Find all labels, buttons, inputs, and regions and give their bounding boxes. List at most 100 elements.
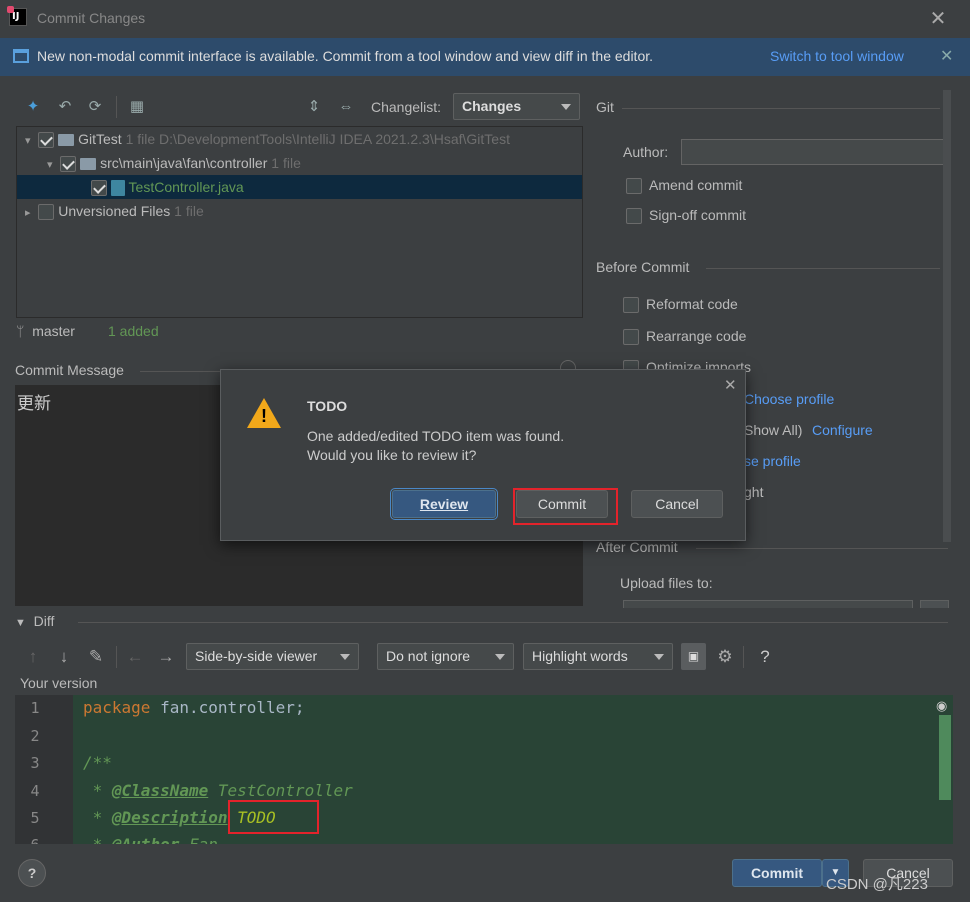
upload-files-label: Upload files to:	[620, 575, 713, 591]
comment-star: *	[83, 808, 112, 827]
folder-icon	[80, 158, 97, 171]
choose-profile-link[interactable]: Choose profile	[744, 391, 834, 407]
git-section-title: Git	[596, 99, 614, 115]
prev-file-icon[interactable]: ←	[124, 645, 146, 669]
branch-icon: ᛘ	[16, 323, 25, 339]
divider	[696, 548, 948, 549]
changelist-dropdown[interactable]: Changes	[453, 93, 580, 120]
upload-server-dropdown[interactable]	[623, 600, 913, 608]
signoff-label: Sign-off commit	[649, 207, 746, 223]
folder-icon	[58, 134, 75, 147]
diff-editor[interactable]: 1 2 3 4 5 6 package fan.controller; /** …	[15, 695, 953, 844]
warning-mark: !	[261, 406, 267, 426]
rollback-icon[interactable]: ↶	[54, 96, 76, 118]
unversioned-name: Unversioned Files	[58, 203, 171, 219]
commit-button[interactable]: Commit	[732, 859, 822, 887]
before-commit-title: Before Commit	[596, 259, 690, 275]
commit-message-label: Commit Message	[15, 362, 124, 378]
dialog-title: TODO	[307, 398, 348, 414]
java-file-icon	[110, 180, 125, 197]
code-line-6: * @Author Fan	[83, 835, 218, 844]
highlight-mode-dropdown[interactable]: Highlight words	[523, 643, 673, 670]
title-bar	[0, 0, 970, 36]
toolbar-separator	[116, 646, 117, 668]
lock-icon[interactable]: ▣	[681, 643, 706, 670]
refresh-icon[interactable]: ⟳	[84, 96, 106, 118]
rearrange-label: Rearrange code	[646, 328, 747, 344]
folder-checkbox[interactable]	[60, 156, 77, 173]
gear-icon[interactable]: ⚙	[714, 645, 736, 669]
doc-tag: @Author	[112, 835, 179, 844]
option-text: ght	[744, 484, 764, 500]
tree-row-file[interactable]: TestController.java	[17, 175, 582, 199]
amend-commit-option[interactable]: Amend commit	[626, 177, 742, 199]
editor-scrollbar[interactable]	[939, 715, 951, 800]
after-commit-title: After Commit	[596, 539, 678, 555]
dialog-cancel-button[interactable]: Cancel	[631, 490, 723, 518]
reformat-checkbox[interactable]	[623, 297, 639, 314]
line-number: 5	[30, 809, 40, 827]
added-count: 1 added	[108, 323, 159, 339]
chevron-down-icon[interactable]: ▾	[25, 135, 31, 147]
rearrange-code-option[interactable]: Rearrange code	[623, 328, 746, 350]
line-number: 6	[15, 836, 55, 844]
doc-value: Fan	[179, 835, 218, 844]
tree-row-folder[interactable]: ▾ src\main\java\fan\controller 1 file	[17, 151, 582, 175]
expand-all-icon[interactable]: ⇕	[303, 96, 325, 118]
next-file-icon[interactable]: →	[155, 645, 177, 669]
line-number: 2	[30, 727, 40, 745]
file-checkbox[interactable]	[91, 180, 107, 197]
gift-icon	[13, 49, 29, 63]
eye-icon[interactable]: ◉	[936, 698, 947, 714]
dialog-close-icon[interactable]: ✕	[724, 376, 737, 394]
profile-link[interactable]: se profile	[744, 453, 801, 469]
tree-row-unversioned[interactable]: ▸ Unversioned Files 1 file	[17, 199, 582, 223]
todo-highlight-box	[228, 800, 319, 834]
banner-close-icon[interactable]: ✕	[940, 46, 953, 66]
diff-header[interactable]: ▼ Diff	[15, 613, 54, 629]
switch-to-tool-window-link[interactable]: Switch to tool window	[770, 48, 904, 64]
toolbar-separator	[116, 96, 117, 118]
code-line-3: /**	[83, 753, 112, 772]
viewer-mode-dropdown[interactable]: Side-by-side viewer	[186, 643, 359, 670]
configure-link[interactable]: Configure	[812, 422, 873, 438]
show-diff-icon[interactable]: ✦	[22, 96, 44, 118]
prev-difference-icon[interactable]: ↑	[22, 645, 44, 669]
upload-browse-button[interactable]	[920, 600, 949, 608]
chevron-right-icon[interactable]: ▸	[25, 207, 31, 219]
rearrange-checkbox[interactable]	[623, 329, 639, 346]
tree-row-root[interactable]: ▾ GitTest 1 file D:\DevelopmentTools\Int…	[17, 127, 582, 151]
collapse-all-icon[interactable]: ⇔	[335, 96, 357, 118]
reformat-code-option[interactable]: Reformat code	[623, 296, 738, 318]
root-checkbox[interactable]	[38, 132, 55, 149]
line-number: 1	[30, 699, 40, 717]
code-line-4: * @ClassName TestController	[83, 781, 353, 800]
diff-help-icon[interactable]: ?	[754, 645, 776, 669]
amend-checkbox[interactable]	[626, 178, 642, 195]
chevron-down-icon[interactable]: ▼	[15, 617, 26, 629]
signoff-checkbox[interactable]	[626, 208, 642, 225]
chevron-down-icon[interactable]: ▾	[47, 159, 53, 171]
close-window-icon[interactable]: ✕	[928, 6, 948, 31]
amend-label: Amend commit	[649, 177, 743, 193]
comment-star: *	[83, 835, 112, 844]
root-path: D:\DevelopmentTools\IntelliJ IDEA 2021.2…	[159, 131, 510, 147]
unversioned-checkbox[interactable]	[38, 204, 55, 221]
diff-label: Diff	[33, 613, 55, 629]
unversioned-count: 1 file	[174, 203, 204, 219]
todo-dialog: ! TODO One added/edited TODO item was fo…	[220, 369, 746, 541]
ignore-whitespace-dropdown[interactable]: Do not ignore	[377, 643, 514, 670]
file-name: TestController.java	[128, 179, 244, 195]
branch-name: master	[32, 323, 75, 339]
right-panel-scrollbar[interactable]	[943, 90, 951, 542]
author-input[interactable]	[681, 139, 947, 165]
divider	[622, 108, 940, 109]
signoff-commit-option[interactable]: Sign-off commit	[626, 207, 746, 229]
review-button[interactable]: Review	[390, 488, 498, 520]
edit-source-icon[interactable]: ✎	[85, 645, 107, 669]
dialog-message-line1: One added/edited TODO item was found.	[307, 428, 565, 444]
next-difference-icon[interactable]: ↓	[53, 645, 75, 669]
doc-value: TestController	[208, 781, 353, 800]
help-button[interactable]: ?	[18, 859, 46, 887]
group-by-icon[interactable]: ▦	[126, 96, 148, 118]
